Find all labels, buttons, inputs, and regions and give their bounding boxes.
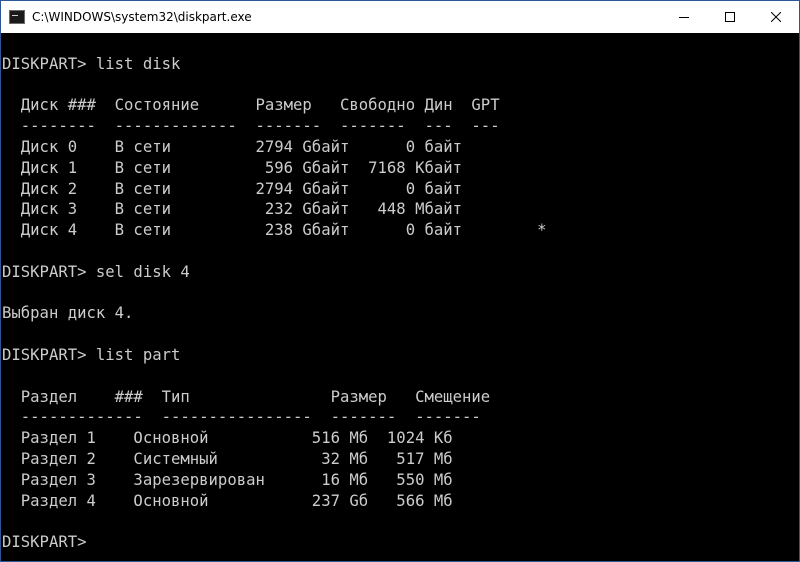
- console-line: DISKPART> list part: [2, 345, 181, 364]
- console-line: Раздел 2 Системный 32 Мб 517 Мб: [2, 449, 453, 468]
- console-line: DISKPART> sel disk 4: [2, 262, 190, 281]
- console-line: Диск 3 В сети 232 Gбайт 448 Mбайт: [2, 200, 463, 219]
- console-line: Диск 0 В сети 2794 Gбайт 0 байт: [2, 137, 463, 156]
- minimize-icon: [679, 17, 689, 18]
- console-line: Раздел 1 Основной 516 Мб 1024 Кб: [2, 429, 453, 448]
- close-button[interactable]: [753, 1, 799, 33]
- minimize-button[interactable]: [661, 1, 707, 33]
- console-line: DISKPART>: [2, 533, 96, 552]
- console-text: DISKPART> list disk Диск ### Состояние Р…: [1, 33, 799, 553]
- console-line: Раздел ### Тип Размер Смещение: [2, 387, 491, 406]
- diskpart-window: C:\WINDOWS\system32\diskpart.exe DISKPAR…: [0, 0, 800, 562]
- console-line: ------------- ---------------- ------- -…: [2, 408, 481, 427]
- console-line: DISKPART> list disk: [2, 54, 181, 73]
- console-line: Диск ### Состояние Размер Свободно Дин G…: [2, 96, 500, 115]
- console-line: Выбран диск 4.: [2, 304, 134, 323]
- console-line: Диск 2 В сети 2794 Gбайт 0 байт: [2, 179, 463, 198]
- window-title: C:\WINDOWS\system32\diskpart.exe: [32, 10, 252, 24]
- console-line: -------- ------------- ------- ------- -…: [2, 117, 500, 136]
- maximize-button[interactable]: [707, 1, 753, 33]
- console-output[interactable]: DISKPART> list disk Диск ### Состояние Р…: [1, 33, 799, 561]
- console-line: Раздел 3 Зарезервирован 16 Мб 550 Мб: [2, 470, 453, 489]
- title-bar[interactable]: C:\WINDOWS\system32\diskpart.exe: [1, 1, 799, 33]
- maximize-icon: [725, 12, 735, 22]
- console-app-icon: [9, 10, 25, 24]
- console-line: Раздел 4 Основной 237 Gб 566 Мб: [2, 491, 453, 510]
- window-controls: [661, 1, 799, 33]
- close-icon: [771, 12, 781, 22]
- console-line: Диск 4 В сети 238 Gбайт 0 байт *: [2, 221, 547, 240]
- console-line: Диск 1 В сети 596 Gбайт 7168 Kбайт: [2, 158, 463, 177]
